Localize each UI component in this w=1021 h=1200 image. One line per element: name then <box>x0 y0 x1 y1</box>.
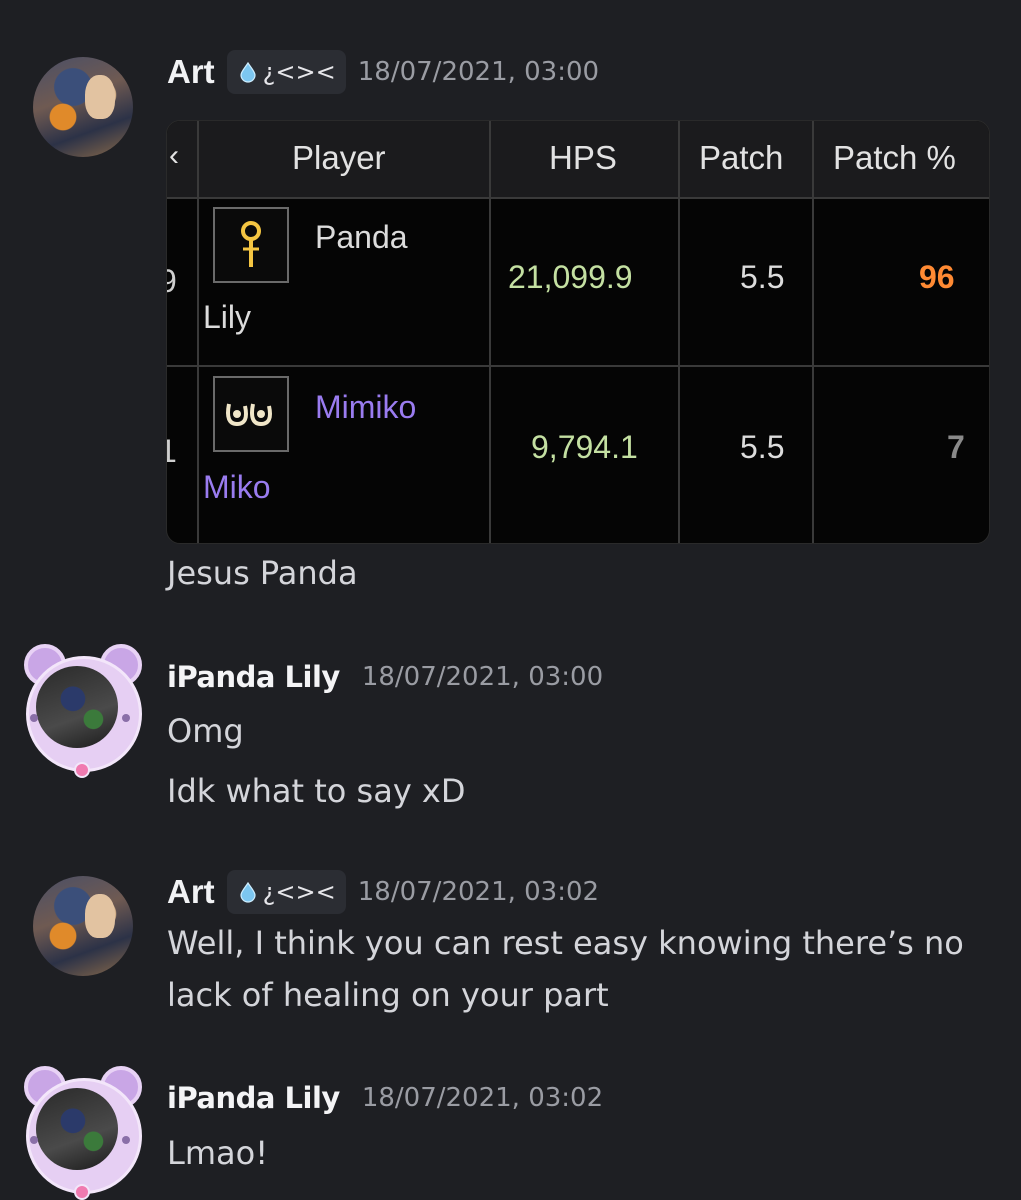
attached-image-hps-table[interactable]: ‹ Player HPS Patch Patch % 9 Panda Lily … <box>166 120 990 544</box>
avatar-ipanda-lily[interactable] <box>22 644 142 778</box>
water-drop-icon <box>240 61 256 83</box>
table-row-rank: 1 <box>167 433 177 470</box>
astro-symbol-icon <box>213 376 289 452</box>
timestamp: 18/07/2021, 03:00 <box>357 57 600 87</box>
timestamp: 18/07/2021, 03:02 <box>361 1083 604 1113</box>
header-hps: HPS <box>549 139 617 176</box>
message-text: Omg <box>167 712 244 750</box>
patch-percent-value: 7 <box>947 429 965 465</box>
header-patch-percent: Patch % <box>833 139 956 176</box>
patch-value: 5.5 <box>740 429 785 465</box>
timestamp: 18/07/2021, 03:00 <box>361 662 604 692</box>
role-tag-label: ¿<>< <box>262 878 336 906</box>
message-text: Lmao! <box>167 1134 269 1172</box>
message-header: iPanda Lily 18/07/2021, 03:00 <box>167 660 603 694</box>
header-patch: Patch <box>699 139 784 176</box>
author-name[interactable]: Art <box>167 53 215 91</box>
player-last-name[interactable]: Lily <box>203 299 251 336</box>
player-last-name[interactable]: Miko <box>203 469 271 506</box>
role-tag[interactable]: ¿<>< <box>226 50 346 94</box>
hps-value: 21,099.9 <box>508 259 633 295</box>
author-name[interactable]: Art <box>167 873 215 911</box>
role-tag[interactable]: ¿<>< <box>226 870 346 914</box>
staff-icon <box>213 207 289 283</box>
patch-percent-value: 96 <box>919 259 955 295</box>
prev-column-arrow: ‹ <box>169 139 179 172</box>
message-text: Jesus Panda <box>167 554 358 592</box>
message-text: lack of healing on your part <box>167 976 609 1014</box>
timestamp: 18/07/2021, 03:02 <box>357 877 600 907</box>
avatar-ipanda-lily[interactable] <box>22 1066 142 1200</box>
water-drop-icon <box>240 881 256 903</box>
message-text: Idk what to say xD <box>167 772 466 810</box>
player-first-name[interactable]: Mimiko <box>315 389 416 426</box>
message-text: Well, I think you can rest easy knowing … <box>167 924 964 962</box>
message-header: Art ¿<>< 18/07/2021, 03:02 <box>167 870 599 914</box>
table-row-rank: 9 <box>167 263 177 300</box>
player-first-name[interactable]: Panda <box>315 219 408 256</box>
avatar-art[interactable] <box>33 57 133 157</box>
chat-log: Art ¿<>< 18/07/2021, 03:00 ‹ Player HPS … <box>0 0 1021 1200</box>
role-tag-label: ¿<>< <box>262 58 336 86</box>
author-name[interactable]: iPanda Lily <box>167 1081 340 1115</box>
message-header: Art ¿<>< 18/07/2021, 03:00 <box>167 50 599 94</box>
patch-value: 5.5 <box>740 259 785 295</box>
hps-value: 9,794.1 <box>531 429 638 465</box>
header-player: Player <box>292 139 386 176</box>
author-name[interactable]: iPanda Lily <box>167 660 340 694</box>
avatar-art[interactable] <box>33 876 133 976</box>
message-header: iPanda Lily 18/07/2021, 03:02 <box>167 1081 603 1115</box>
